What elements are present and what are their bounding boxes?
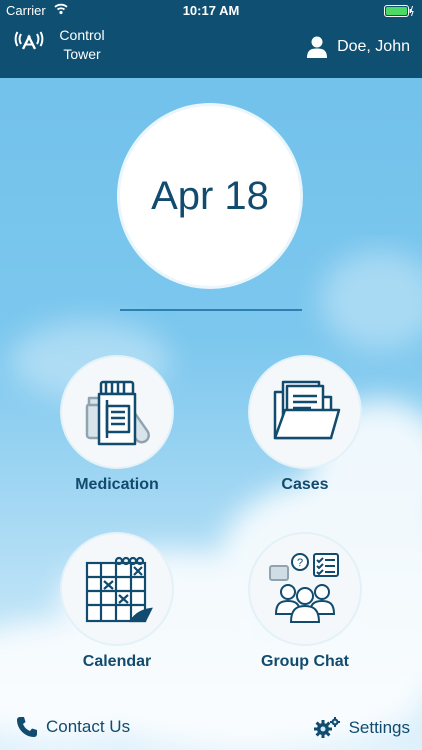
app-title: Control Tower [59,27,105,62]
user-name: Doe, John [337,38,410,55]
date-text: Apr 18 [151,173,269,218]
calendar-icon [85,556,153,623]
cases-tile[interactable]: Cases [240,357,370,494]
date-display: Apr 18 [120,106,300,286]
group-chat-label: Group Chat [261,653,349,670]
settings-button[interactable]: Settings [313,716,410,740]
group-chat-tile[interactable]: ? Group Chat [240,534,370,671]
medication-icon [85,380,150,446]
user-profile-button[interactable]: Doe, John [307,36,410,58]
contact-us-button[interactable]: Contact Us [16,716,130,738]
svg-text:?: ? [297,557,303,569]
medication-label: Medication [75,476,159,493]
divider-line [120,309,302,311]
user-icon [307,36,328,58]
settings-label: Settings [348,718,410,737]
app-header: Control Tower Doe, John [0,22,422,78]
cases-label: Cases [281,476,329,493]
clock-time: 10:17 AM [182,3,240,18]
antenna-logo-icon [14,30,44,65]
gears-icon [313,717,340,738]
battery-icon [384,5,414,20]
status-bar: Carrier 10:17 AM [0,0,422,22]
phone-icon [17,717,37,737]
folder-icon [273,380,341,440]
app-screen: Carrier 10:17 AM Control Tower Doe, John [0,0,422,750]
calendar-tile[interactable]: Calendar [52,534,182,671]
calendar-label: Calendar [82,653,152,670]
contact-us-label: Contact Us [46,717,131,736]
medication-tile[interactable]: Medication [52,357,182,494]
group-chat-icon: ? [269,553,339,623]
footer-bar: Contact Us Settings [0,706,422,750]
